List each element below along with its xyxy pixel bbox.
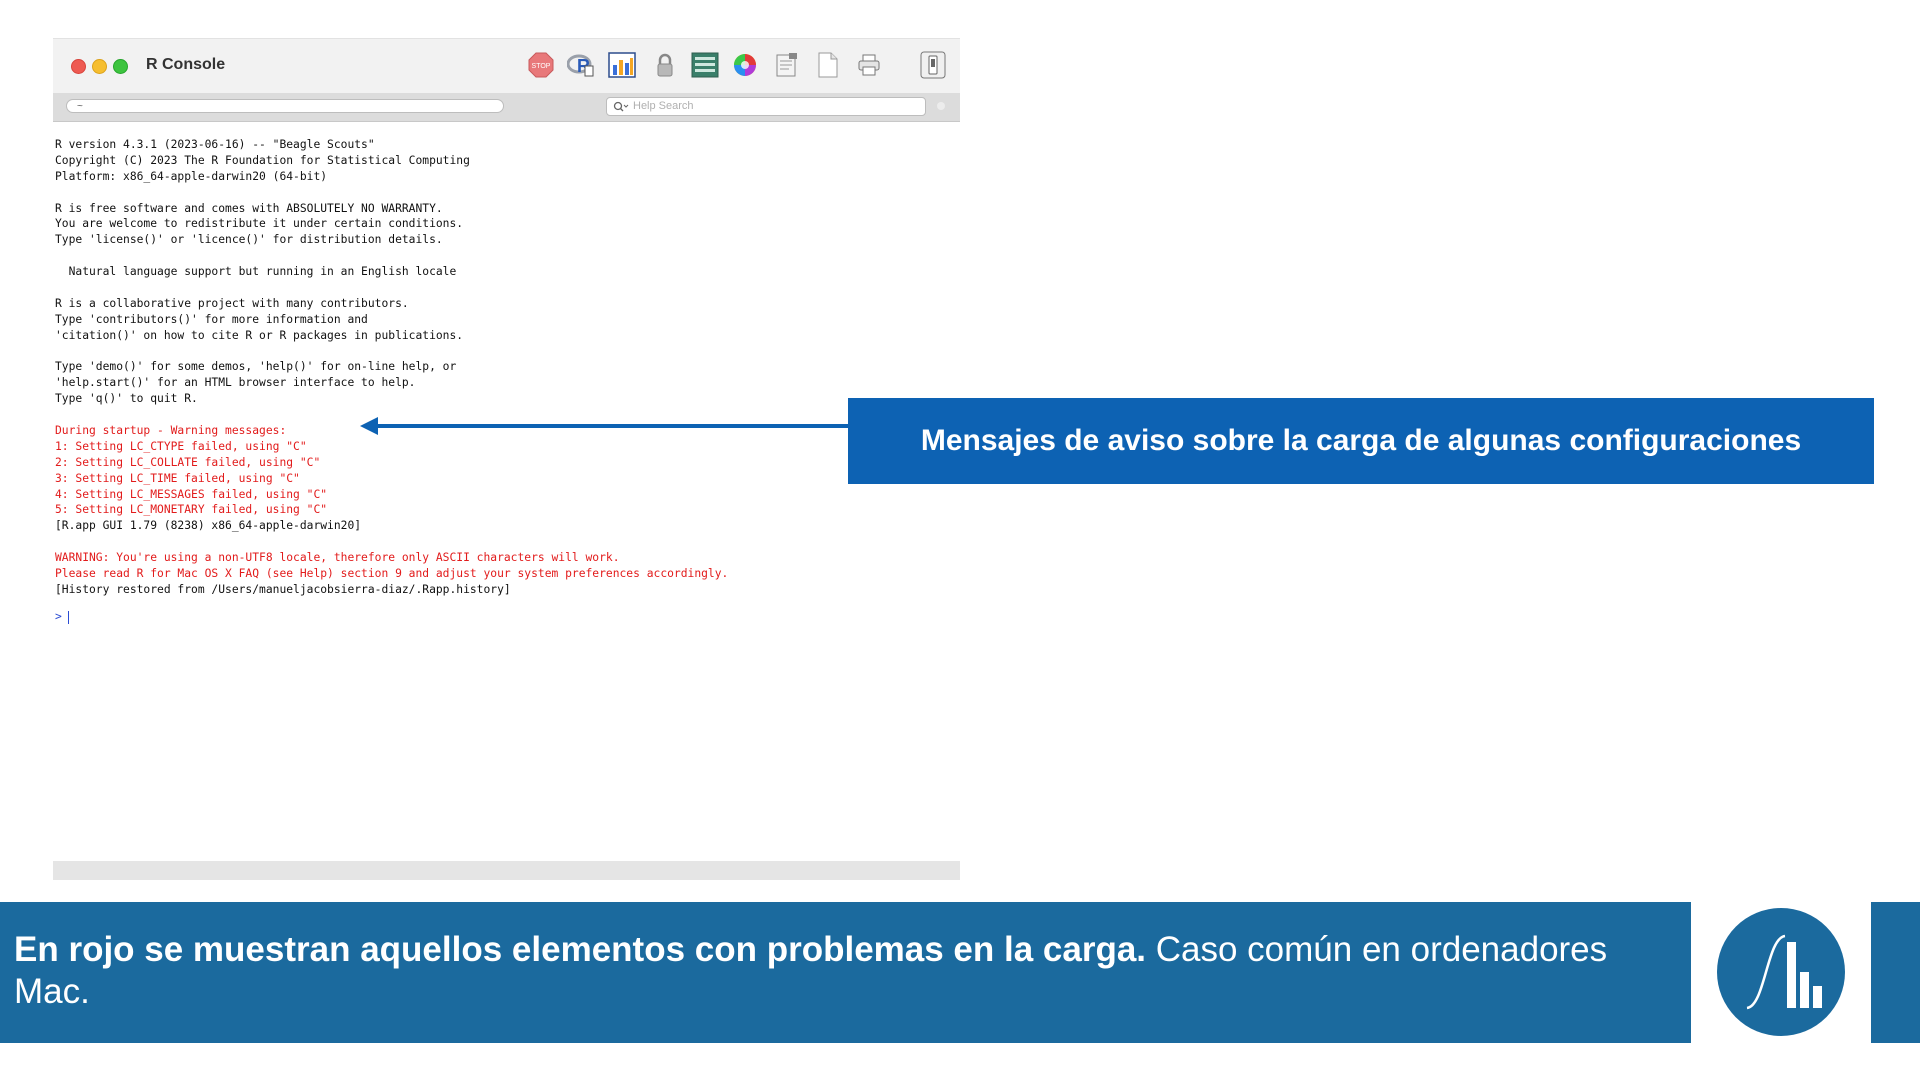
close-window-button[interactable] xyxy=(71,59,86,74)
footer-right-block xyxy=(1871,902,1920,1043)
console-line: 'citation()' on how to cite R or R packa… xyxy=(55,328,464,342)
chart-icon[interactable] xyxy=(607,50,637,80)
console-line: 'help.start()' for an HTML browser inter… xyxy=(55,376,416,390)
document-edit-icon[interactable] xyxy=(772,50,802,80)
working-directory-field[interactable]: ~ xyxy=(66,99,504,113)
search-bar: ~ xyxy=(53,93,960,122)
color-wheel-icon[interactable] xyxy=(730,50,760,80)
prompt-symbol: > xyxy=(55,610,62,623)
r-source-icon[interactable]: R xyxy=(566,50,596,80)
console-line: R is a collaborative project with many c… xyxy=(55,296,409,310)
help-search-field[interactable] xyxy=(606,97,926,116)
footer-caption: En rojo se muestran aquellos elementos c… xyxy=(14,929,1674,1013)
statistics-logo-icon xyxy=(1717,908,1845,1036)
stop-icon[interactable]: STOP xyxy=(526,50,556,80)
console-line: WARNING: You're using a non-UTF8 locale,… xyxy=(55,551,620,565)
text-cursor xyxy=(67,610,69,624)
console-line: 3: Setting LC_TIME failed, using "C" xyxy=(55,471,300,485)
print-icon[interactable] xyxy=(854,50,884,80)
console-output[interactable]: R version 4.3.1 (2023-06-16) -- "Beagle … xyxy=(55,137,945,598)
console-line: 1: Setting LC_CTYPE failed, using "C" xyxy=(55,439,307,453)
title-bar: R Console STOP R xyxy=(53,38,960,94)
console-line: Platform: x86_64-apple-darwin20 (64-bit) xyxy=(55,169,328,183)
console-line: Natural language support but running in … xyxy=(55,265,457,279)
footer-bold-text: En rojo se muestran aquellos elementos c… xyxy=(14,930,1147,969)
search-icon xyxy=(613,101,629,112)
footer-banner: En rojo se muestran aquellos elementos c… xyxy=(0,902,1691,1043)
console-prompt[interactable]: > xyxy=(55,610,69,624)
svg-text:STOP: STOP xyxy=(532,63,551,70)
console-line: 4: Setting LC_MESSAGES failed, using "C" xyxy=(55,487,328,501)
console-line: 5: Setting LC_MONETARY failed, using "C" xyxy=(55,503,328,517)
console-line: Type 'q()' to quit R. xyxy=(55,392,198,406)
annotation-arrow xyxy=(360,417,850,435)
console-line: R is free software and comes with ABSOLU… xyxy=(55,201,443,215)
list-icon[interactable] xyxy=(690,50,720,80)
console-line: Please read R for Mac OS X FAQ (see Help… xyxy=(55,567,729,581)
console-line: Copyright (C) 2023 The R Foundation for … xyxy=(55,153,470,167)
status-dot xyxy=(937,102,945,110)
console-line: [R.app GUI 1.79 (8238) x86_64-apple-darw… xyxy=(55,519,362,533)
drawer-icon[interactable] xyxy=(918,50,948,80)
annotation-text: Mensajes de aviso sobre la carga de algu… xyxy=(920,424,1802,457)
window-title: R Console xyxy=(146,56,226,73)
annotation-box: Mensajes de aviso sobre la carga de algu… xyxy=(848,398,1874,484)
r-console-window: R Console STOP R ~ Help Search R version… xyxy=(53,38,960,880)
zoom-window-button[interactable] xyxy=(113,59,128,74)
new-document-icon[interactable] xyxy=(813,50,843,80)
horizontal-scrollbar[interactable] xyxy=(53,861,960,880)
lock-icon[interactable] xyxy=(650,50,680,80)
console-line: [History restored from /Users/manueljaco… xyxy=(55,582,511,596)
console-line: Type 'license()' or 'licence()' for dist… xyxy=(55,233,443,247)
console-line: R version 4.3.1 (2023-06-16) -- "Beagle … xyxy=(55,138,375,151)
minimize-window-button[interactable] xyxy=(92,59,107,74)
help-search-input[interactable] xyxy=(633,99,913,113)
console-line: Type 'contributors()' for more informati… xyxy=(55,312,368,326)
console-line: You are welcome to redistribute it under… xyxy=(55,217,464,231)
console-line: Type 'demo()' for some demos, 'help()' f… xyxy=(55,360,457,374)
console-line: 2: Setting LC_COLLATE failed, using "C" xyxy=(55,455,321,469)
